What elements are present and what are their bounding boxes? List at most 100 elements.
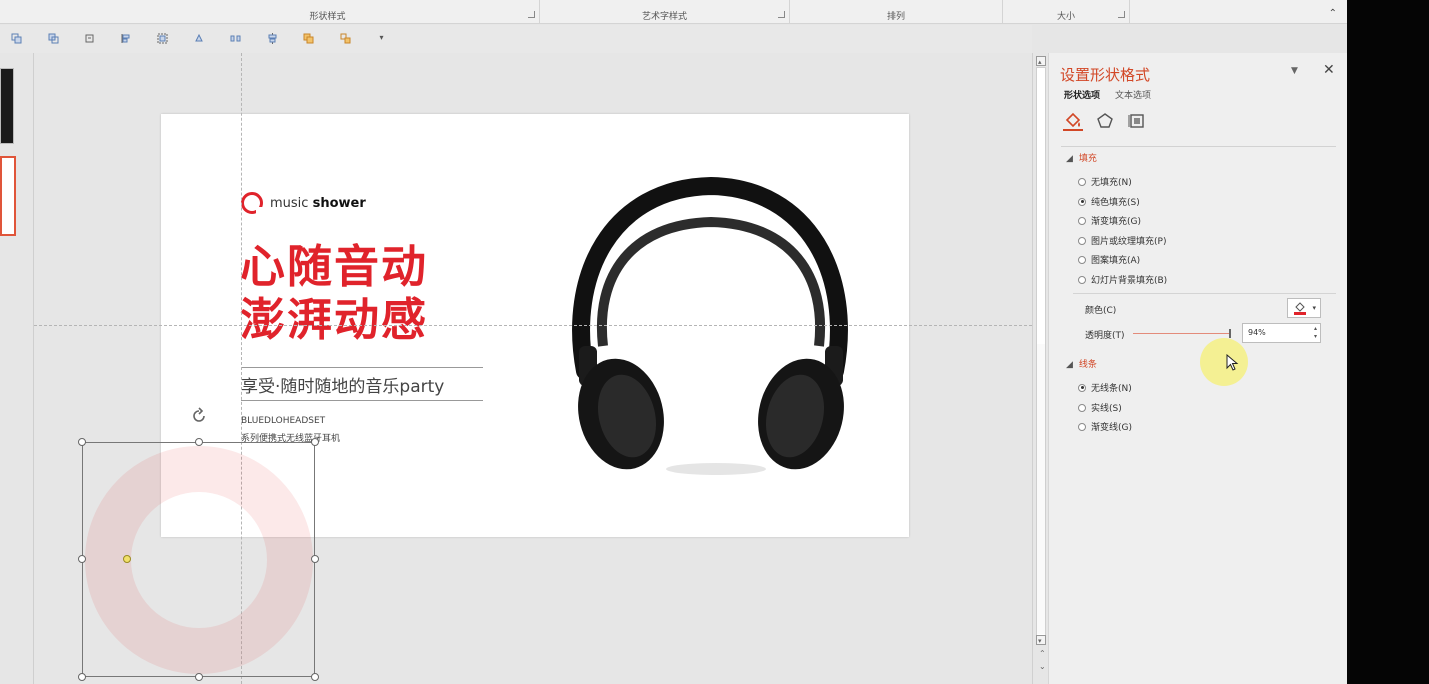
distribute-icon[interactable]	[230, 33, 241, 44]
merge-shapes-icon[interactable]	[303, 33, 314, 44]
align-icon[interactable]	[121, 33, 132, 44]
scroll-down-button[interactable]: ▾	[1036, 635, 1046, 645]
options-divider	[1073, 293, 1336, 294]
cursor-highlight	[1200, 338, 1248, 386]
radio-button[interactable]	[1078, 255, 1086, 264]
collapse-ribbon-icon[interactable]: ⌃	[1329, 8, 1337, 19]
next-slide-icon[interactable]: ⌄	[1039, 663, 1046, 671]
slide-thumbnail-active[interactable]	[0, 156, 16, 236]
adjustment-handle[interactable]	[123, 555, 131, 563]
option-label: 渐变填充(G)	[1091, 217, 1141, 227]
headphones-image[interactable]	[551, 166, 871, 486]
radio-button-selected[interactable]	[1078, 383, 1086, 392]
spinner-icon[interactable]: ▴ ▾	[1314, 325, 1317, 341]
fill-section-header[interactable]: ◢ 填充	[1066, 151, 1097, 164]
option-label: 幻灯片背景填充(B)	[1091, 276, 1168, 286]
radio-button[interactable]	[1078, 422, 1086, 431]
more-icon[interactable]: ▾	[376, 33, 387, 44]
headline-line-1[interactable]: 心随音动	[240, 244, 428, 289]
align-center-icon[interactable]	[267, 33, 278, 44]
line-option-solid[interactable]: 实线(S)	[1078, 401, 1122, 414]
bring-forward-icon[interactable]	[11, 33, 22, 44]
line-option-none[interactable]: 无线条(N)	[1078, 381, 1132, 394]
option-label: 无填充(N)	[1091, 178, 1132, 188]
resize-handle-sw[interactable]	[78, 673, 86, 681]
line-section-header[interactable]: ◢ 线条	[1066, 357, 1097, 370]
ribbon-group-wordart-styles: 艺术字样式	[540, 0, 790, 24]
ribbon-group-size: 大小	[1003, 0, 1130, 24]
option-label: 图片或纹理填充(P)	[1091, 237, 1167, 247]
slide-thumbnail[interactable]	[0, 68, 14, 144]
screen-black-margin	[1347, 0, 1429, 684]
transparency-slider-thumb[interactable]	[1229, 329, 1231, 338]
slide-editor-canvas[interactable]: music shower 心随音动 澎湃动感 享受·随时随地的音乐party B…	[34, 53, 1032, 684]
scroll-thumb[interactable]	[1037, 344, 1045, 634]
fill-line-icon[interactable]	[1063, 111, 1083, 131]
fill-option-gradient[interactable]: 渐变填充(G)	[1078, 214, 1141, 227]
dialog-launcher-icon[interactable]	[528, 11, 535, 18]
group-icon[interactable]	[157, 33, 168, 44]
tab-shape-options[interactable]: 形状选项	[1064, 88, 1100, 101]
brand-logo-group[interactable]: music shower	[241, 192, 366, 214]
fill-color-button[interactable]: ▾	[1287, 298, 1321, 318]
resize-handle-n[interactable]	[195, 438, 203, 446]
rotate-handle-icon[interactable]	[190, 407, 208, 425]
fill-option-slide-background[interactable]: 幻灯片背景填充(B)	[1078, 273, 1167, 286]
transparency-label: 透明度(T)	[1085, 331, 1125, 341]
dialog-launcher-icon[interactable]	[1118, 11, 1125, 18]
fill-option-solid[interactable]: 纯色填充(S)	[1078, 195, 1140, 208]
brand-name: music shower	[270, 196, 366, 211]
fill-option-none[interactable]: 无填充(N)	[1078, 175, 1132, 188]
option-label: 图案填充(A)	[1091, 256, 1141, 266]
tagline[interactable]: 享受·随时随地的音乐party	[241, 367, 483, 401]
selected-ring-shape[interactable]	[78, 407, 319, 681]
series-english[interactable]: BLUEDLOHEADSET	[241, 416, 325, 426]
edit-shape-icon[interactable]	[340, 33, 351, 44]
resize-handle-e[interactable]	[311, 555, 319, 563]
radio-button[interactable]	[1078, 275, 1086, 284]
resize-handle-ne[interactable]	[311, 438, 319, 446]
brand-name-bold: shower	[312, 195, 366, 211]
pane-title: 设置形状格式	[1060, 66, 1151, 84]
brand-logo-icon	[241, 192, 263, 214]
option-label: 纯色填充(S)	[1091, 198, 1140, 208]
previous-slide-icon[interactable]: ⌃	[1039, 650, 1046, 658]
tab-text-options[interactable]: 文本选项	[1115, 88, 1151, 101]
rotate-icon[interactable]	[194, 33, 205, 44]
line-option-gradient[interactable]: 渐变线(G)	[1078, 420, 1132, 433]
ribbon-group-label: 大小	[1056, 12, 1075, 22]
pane-divider	[1061, 146, 1336, 147]
radio-button-selected[interactable]	[1078, 197, 1086, 206]
selection-pane-icon[interactable]	[84, 33, 95, 44]
resize-handle-w[interactable]	[78, 555, 86, 563]
fill-option-picture[interactable]: 图片或纹理填充(P)	[1078, 234, 1166, 247]
radio-button[interactable]	[1078, 216, 1086, 225]
chevron-down-icon: ▾	[1312, 304, 1316, 312]
fill-option-pattern[interactable]: 图案填充(A)	[1078, 253, 1140, 266]
size-properties-icon[interactable]	[1127, 111, 1147, 131]
resize-handle-s[interactable]	[195, 673, 203, 681]
transparency-slider[interactable]	[1133, 333, 1231, 334]
radio-button[interactable]	[1078, 177, 1086, 186]
dialog-launcher-icon[interactable]	[778, 11, 785, 18]
scroll-track[interactable]	[1036, 67, 1046, 642]
ribbon-group-label: 形状样式	[309, 12, 346, 22]
ribbon-group-label: 艺术字样式	[641, 12, 687, 22]
pane-options-icon[interactable]: ▼	[1291, 66, 1298, 76]
ribbon-group-bar: 形状样式 艺术字样式 排列 大小 ⌃	[0, 0, 1347, 24]
vertical-scrollbar[interactable]: ▴ ▾ ⌃ ⌄	[1032, 53, 1048, 684]
resize-handle-nw[interactable]	[78, 438, 86, 446]
ribbon-group-shape-styles: 形状样式	[116, 0, 540, 24]
close-icon[interactable]: ✕	[1323, 62, 1335, 78]
brand-name-prefix: music	[270, 195, 313, 211]
headline-line-2[interactable]: 澎湃动感	[240, 297, 428, 342]
resize-handle-se[interactable]	[311, 673, 319, 681]
radio-button[interactable]	[1078, 403, 1086, 412]
effects-icon[interactable]	[1095, 111, 1115, 131]
transparency-input[interactable]: 94% ▴ ▾	[1242, 323, 1321, 343]
scroll-up-button[interactable]: ▴	[1036, 56, 1046, 66]
slide-thumbnail-pane	[0, 53, 34, 684]
send-backward-icon[interactable]	[48, 33, 59, 44]
smart-guide-horizontal	[34, 325, 1032, 326]
radio-button[interactable]	[1078, 236, 1086, 245]
